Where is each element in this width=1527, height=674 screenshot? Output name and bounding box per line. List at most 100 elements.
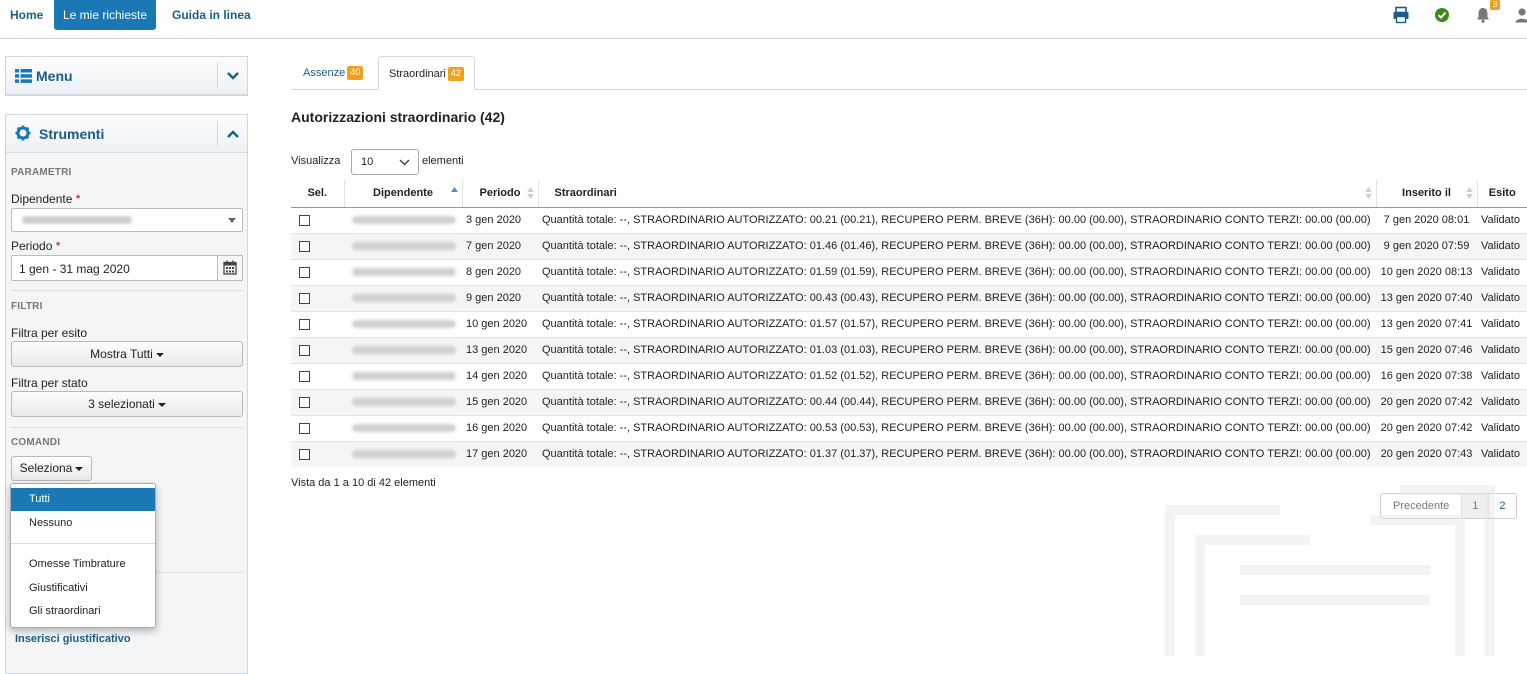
table-row[interactable]: 8 gen 2020 Quantità totale: --, STRAORDI… [291, 258, 1527, 285]
nav-guide-link[interactable]: Guida in linea [172, 0, 251, 30]
row-inserted-date: 13 gen 2020 07:40 [1376, 284, 1477, 311]
table-row[interactable]: 9 gen 2020 Quantità totale: --, STRAORDI… [291, 284, 1527, 311]
sort-icon [1465, 187, 1473, 199]
row-overtime-detail: Quantità totale: --, STRAORDINARIO AUTOR… [538, 362, 1376, 389]
period-label: Periodo * [11, 239, 61, 253]
nav-home-link[interactable]: Home [10, 0, 43, 30]
menu-panel-header[interactable]: Menu [6, 57, 247, 95]
printer-icon[interactable] [1392, 6, 1410, 24]
tools-toggle-button[interactable] [217, 121, 247, 147]
row-checkbox[interactable] [299, 240, 310, 252]
tab-overtime[interactable]: Straordinari 42 [378, 56, 475, 90]
row-period: 8 gen 2020 [462, 258, 538, 285]
filter-outcome-button[interactable]: Mostra Tutti [11, 341, 243, 367]
employee-name-redacted [352, 242, 456, 250]
row-inserted-date: 20 gen 2020 07:42 [1376, 388, 1477, 415]
dropdown-item-all[interactable]: Tutti [11, 488, 155, 511]
header-overtime[interactable]: Straordinari [537, 180, 1376, 208]
row-checkbox-cell [291, 232, 344, 259]
table-row[interactable]: 7 gen 2020 Quantità totale: --, STRAORDI… [291, 232, 1527, 259]
row-checkbox[interactable] [299, 370, 310, 382]
row-inserted-date: 20 gen 2020 07:42 [1376, 414, 1477, 441]
row-overtime-detail: Quantità totale: --, STRAORDINARIO AUTOR… [538, 310, 1376, 337]
period-input[interactable]: 1 gen - 31 mag 2020 [11, 255, 243, 281]
commands-section-title: COMANDI [11, 437, 61, 448]
row-checkbox[interactable] [299, 344, 310, 356]
row-checkbox-cell [291, 414, 344, 441]
menu-panel-title: Menu [36, 68, 73, 84]
tab-absences[interactable]: Assenze 40 [291, 56, 375, 90]
employee-name-redacted [352, 268, 456, 276]
table-row[interactable]: 16 gen 2020 Quantità totale: --, STRAORD… [291, 414, 1527, 441]
insert-justification-link[interactable]: Inserisci giustificativo [15, 633, 131, 645]
dropdown-item-overtime[interactable]: Gli straordinari [11, 600, 155, 623]
user-icon[interactable] [1513, 6, 1527, 24]
row-overtime-detail: Quantità totale: --, STRAORDINARIO AUTOR… [538, 206, 1376, 233]
list-icon [15, 69, 32, 83]
row-outcome: Validato [1477, 362, 1527, 389]
row-employee-cell [344, 414, 462, 441]
row-employee-cell [344, 232, 462, 259]
table-row[interactable]: 13 gen 2020 Quantità totale: --, STRAORD… [291, 336, 1527, 363]
row-checkbox-cell [291, 258, 344, 285]
tools-panel-header[interactable]: Strumenti [6, 115, 247, 153]
row-checkbox[interactable] [299, 422, 310, 434]
row-outcome: Validato [1477, 388, 1527, 415]
header-outcome[interactable]: Esito [1476, 180, 1527, 208]
menu-panel: Menu [5, 56, 248, 96]
row-employee-cell [344, 206, 462, 233]
chevron-down-icon [227, 72, 239, 80]
row-outcome: Validato [1477, 414, 1527, 441]
caret-down-icon [157, 402, 166, 407]
row-outcome: Validato [1477, 336, 1527, 363]
header-employee[interactable]: Dipendente [343, 180, 462, 208]
row-overtime-detail: Quantità totale: --, STRAORDINARIO AUTOR… [538, 336, 1376, 363]
employee-select[interactable] [11, 208, 243, 232]
params-section-title: PARAMETRI [11, 167, 72, 178]
header-period[interactable]: Periodo [461, 180, 538, 208]
overtime-count-badge: 42 [447, 67, 464, 82]
table-row[interactable]: 3 gen 2020 Quantità totale: --, STRAORDI… [291, 206, 1527, 233]
table-row[interactable]: 17 gen 2020 Quantità totale: --, STRAORD… [291, 440, 1527, 467]
row-outcome: Validato [1477, 232, 1527, 259]
row-period: 9 gen 2020 [462, 284, 538, 311]
filter-state-button[interactable]: 3 selezionati [11, 391, 243, 417]
overtime-table: Sel. Dipendente Periodo Straordinari Ins… [291, 180, 1527, 467]
row-checkbox[interactable] [299, 266, 310, 278]
section-divider [11, 290, 243, 291]
check-circle-icon[interactable] [1433, 6, 1451, 24]
row-inserted-date: 10 gen 2020 08:13 [1376, 258, 1477, 285]
employee-name-redacted [352, 450, 456, 459]
header-inserted[interactable]: Inserito il [1375, 180, 1477, 208]
calendar-button[interactable] [217, 256, 242, 280]
table-row[interactable]: 10 gen 2020 Quantità totale: --, STRAORD… [291, 310, 1527, 337]
dropdown-item-missed-stamps[interactable]: Omesse Timbrature [11, 553, 155, 576]
row-checkbox[interactable] [299, 292, 310, 304]
dropdown-item-justifications[interactable]: Giustificativi [11, 577, 155, 600]
table-header-row: Sel. Dipendente Periodo Straordinari Ins… [291, 180, 1527, 208]
row-checkbox-cell [291, 440, 344, 467]
row-period: 3 gen 2020 [462, 206, 538, 233]
filter-outcome-label: Filtra per esito [11, 326, 88, 340]
table-row[interactable]: 15 gen 2020 Quantità totale: --, STRAORD… [291, 388, 1527, 415]
row-outcome: Validato [1477, 440, 1527, 467]
dropdown-item-none[interactable]: Nessuno [11, 512, 155, 535]
caret-down-icon [155, 352, 164, 357]
row-inserted-date: 15 gen 2020 07:46 [1376, 336, 1477, 363]
header-sel: Sel. [291, 180, 344, 208]
row-period: 13 gen 2020 [462, 336, 538, 363]
row-period: 17 gen 2020 [462, 440, 538, 467]
nav-requests-link[interactable]: Le mie richieste [54, 0, 156, 30]
employee-name-redacted [352, 294, 456, 302]
employee-name-redacted [352, 372, 456, 380]
page-length-select[interactable]: 10 [351, 149, 419, 175]
row-checkbox[interactable] [299, 318, 310, 330]
table-row[interactable]: 14 gen 2020 Quantità totale: --, STRAORD… [291, 362, 1527, 389]
row-checkbox[interactable] [299, 214, 310, 226]
select-button[interactable]: Seleziona [11, 456, 92, 481]
row-checkbox[interactable] [299, 448, 310, 460]
row-employee-cell [344, 388, 462, 415]
row-checkbox[interactable] [299, 396, 310, 408]
row-overtime-detail: Quantità totale: --, STRAORDINARIO AUTOR… [538, 284, 1376, 311]
menu-toggle-button[interactable] [217, 63, 247, 89]
